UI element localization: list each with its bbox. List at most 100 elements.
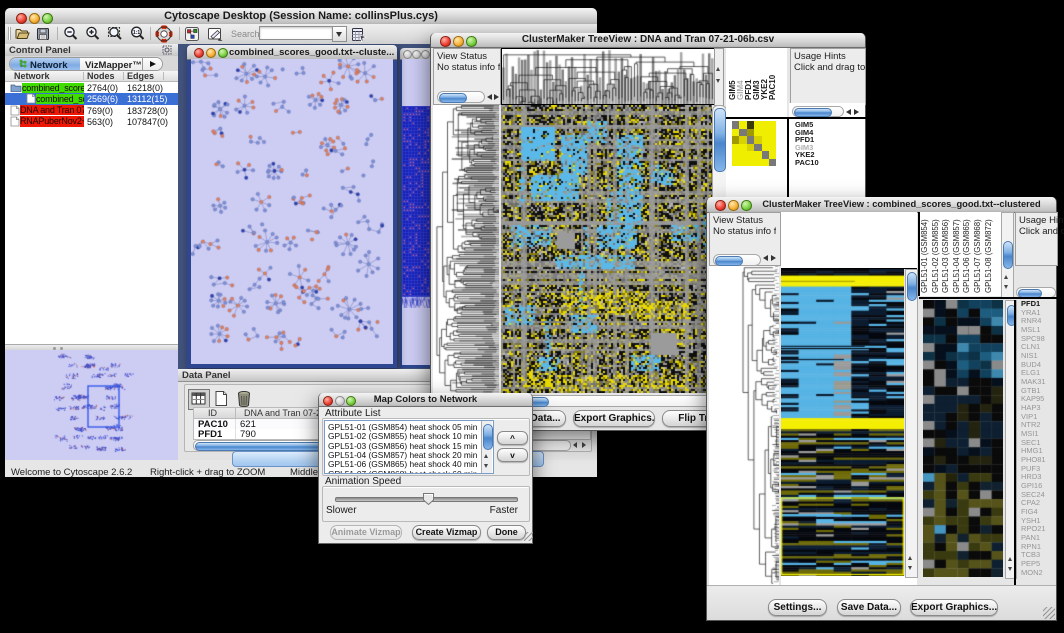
col-header-nodes[interactable]: Nodes [87,71,115,81]
data-panel-hscroll-arrows[interactable] [571,440,589,449]
toolbar-grip2 [10,27,11,40]
attribute-list-scroll-thumb[interactable] [483,424,493,450]
network-name: DNA and Tran 07 [20,105,84,115]
tv2-collabel-leftline [918,212,920,296]
main-titlebar[interactable]: Cytoscape Desktop (Session Name: collins… [5,8,597,25]
tv2-close-button[interactable] [715,200,726,211]
speed-slider-thumb[interactable] [422,492,435,506]
child1-minimize-button[interactable] [206,48,216,58]
network-row[interactable]: combined_scores_2764(0)16218(0) [5,82,178,93]
float-panel-icon[interactable] [162,45,172,55]
search-dropdown-button[interactable] [332,26,347,42]
tv2-heat-vscroll-thumb[interactable] [907,272,917,301]
zoom-actual-icon[interactable]: 1:1 [130,26,146,42]
tv1-zoom-right-arrow[interactable] [854,109,859,115]
tv2-status-scrollbar[interactable] [713,254,761,266]
child1-titlebar[interactable]: combined_scores_good.txt--cluste... [187,45,397,60]
tv2-save-data-button[interactable]: Save Data... [837,599,901,616]
tv2-collabel-scroll-up[interactable] [1004,275,1008,279]
tv1-coldendro-scroll[interactable] [714,48,724,106]
col-header-edges[interactable]: Edges [127,71,154,81]
vizmap-grid-icon[interactable] [184,26,201,42]
attribute-list-scroll-down[interactable] [484,464,488,468]
zoom-in-icon[interactable] [85,26,101,42]
tv2-heat-scroll-down[interactable] [908,566,912,570]
child1-network-canvas[interactable] [191,59,393,364]
tv2-export-graphics-button[interactable]: Export Graphics... [910,599,998,616]
network-view-window-1[interactable]: combined_scores_good.txt--cluste... [187,45,397,368]
dialog-resize-grip[interactable] [524,532,533,541]
zoom-out-icon[interactable] [63,26,79,42]
child1-close-button[interactable] [194,48,204,58]
tv1-status-scroll-thumb[interactable] [439,93,467,103]
network-overview-pane[interactable] [5,350,178,460]
tv1-column-dendrogram[interactable] [501,48,714,105]
tv2-zoom-heatmap[interactable] [923,300,1003,577]
search-input[interactable] [259,26,333,40]
tv1-status-right-arrow[interactable] [494,94,499,100]
animate-vizmap-button[interactable]: Animate Vizmap [330,525,402,540]
tv2-titlebar[interactable]: ClusterMaker TreeView : combined_scores_… [707,197,1056,213]
col-header-network[interactable]: Network [14,71,50,81]
tv1-export-graphics-button[interactable]: Export Graphics... [573,410,655,427]
tv1-zoom-heatmap[interactable] [732,121,776,166]
child2-minimize-button[interactable] [412,50,421,59]
child2-close-button[interactable] [403,50,412,59]
save-icon[interactable] [35,26,51,42]
tv1-status-left-arrow[interactable] [487,94,492,100]
tv1-row-dendrogram[interactable] [433,105,499,393]
tv2-minimize-button[interactable] [728,200,739,211]
control-panel-tabs: Network VizMapper™ [5,56,178,71]
tv1-heat-vscroll-thumb[interactable] [714,108,726,172]
zoom-fit-icon[interactable] [107,26,124,42]
move-up-button[interactable]: ^ [497,431,528,445]
tv2-zoom-scroll-up[interactable] [1008,557,1012,561]
move-down-button[interactable]: v [497,448,528,462]
tv1-titlebar[interactable]: ClusterMaker TreeView : DNA and Tran 07-… [431,33,865,48]
import-table-icon[interactable] [350,25,368,43]
network-row[interactable]: combined_sco2569(6)13112(15) [5,93,178,104]
attribute-list-scroll-up[interactable] [484,454,488,458]
tv2-collabel-scroll-thumb[interactable] [1003,241,1013,269]
tv1-status-scrollbar[interactable] [437,91,485,103]
tv2-heat-scroll-up[interactable] [908,556,912,560]
tv2-collabel-vscrollbar[interactable] [1001,212,1014,298]
tv2-heat-vscrollbar[interactable] [905,269,918,578]
attribute-list-vscrollbar[interactable] [481,421,492,473]
attribute-listbox[interactable]: GPL51-01 (GSM854) heat shock 05 minGPL51… [324,420,494,474]
done-button[interactable]: Done [487,525,526,540]
delete-attribute-tool[interactable] [234,389,254,408]
attribute-item[interactable]: GPL51-07 (GSM868) heat shock 60 min [328,469,477,475]
tab-network[interactable]: Network [10,58,81,70]
tv2-global-heatmap[interactable] [781,269,904,576]
annotation-icon[interactable] [207,26,224,42]
tv2-zoom-button[interactable] [741,200,752,211]
help-ring-icon[interactable] [155,25,173,43]
child2-zoom-button[interactable] [421,50,430,59]
tv2-zoom-scroll-down[interactable] [1008,567,1012,571]
tv2-status-right-arrow[interactable] [771,255,776,261]
create-vizmap-button[interactable]: Create Vizmap [412,525,481,540]
tv2-status-left-arrow[interactable] [763,255,768,261]
tv1-zoom-hscrollbar[interactable] [792,106,844,117]
network-name: combined_sco [36,94,84,104]
attr-col-id[interactable]: ID [208,408,217,418]
dialog-titlebar[interactable]: Map Colors to Network [319,393,532,407]
tv2-settings-button[interactable]: Settings... [768,599,827,616]
network-row[interactable]: RNAPuberNov2+!563(0)107847(0) [5,116,178,127]
tab-overflow-arrow[interactable] [142,58,163,70]
tv2-status-scroll-thumb[interactable] [715,256,743,266]
tv1-zoom-left-arrow[interactable] [846,109,851,115]
tv2-resize-grip[interactable] [1043,607,1055,619]
child1-zoom-button[interactable] [218,48,228,58]
tv1-global-heatmap[interactable] [501,105,712,393]
open-folder-icon[interactable] [14,26,30,42]
tab-vizmapper[interactable]: VizMapper™ [80,58,142,70]
tv2-collabel-scroll-down[interactable] [1004,285,1008,289]
network-row[interactable]: DNA and Tran 07769(0)183728(0) [5,105,178,116]
tv1-zoom-hscroll-thumb[interactable] [794,108,832,117]
tv1-zoom-cell [739,144,746,152]
new-attribute-tool[interactable] [211,389,231,408]
tv2-row-dendrogram[interactable] [709,266,779,585]
tv1-zoom-cell [747,136,754,144]
